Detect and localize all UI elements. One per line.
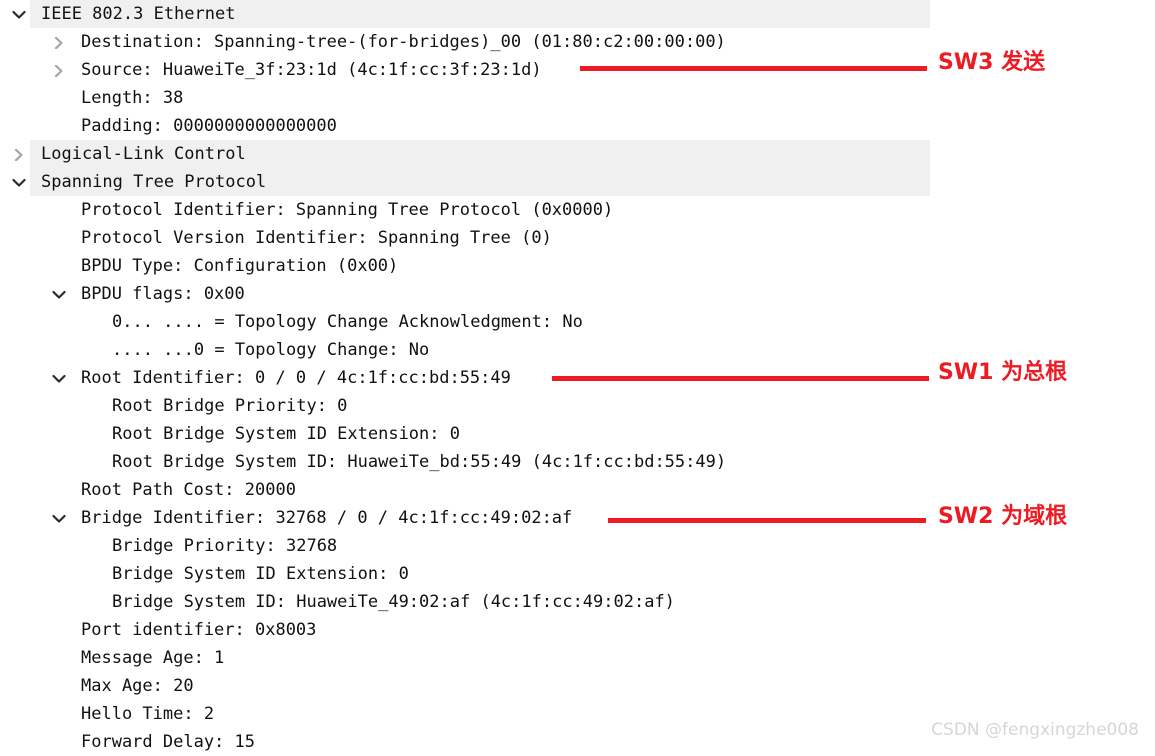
annotation-leader-line [580, 66, 927, 71]
packet-tree-row-label: Protocol Identifier: Spanning Tree Proto… [81, 200, 614, 220]
packet-tree-row-label: Root Bridge Priority: 0 [112, 396, 348, 416]
packet-tree-row-label: Hello Time: 2 [81, 704, 215, 724]
packet-tree-row-label: BPDU Type: Configuration (0x00) [81, 256, 399, 276]
annotation-label: SW1 为总根 [938, 360, 1068, 385]
packet-tree-row[interactable]: Spanning Tree Protocol [0, 168, 1155, 196]
packet-tree-row-label: Padding: 0000000000000000 [81, 116, 337, 136]
chevron-down-icon[interactable] [48, 364, 70, 392]
packet-tree-row[interactable]: Bridge System ID: HuaweiTe_49:02:af (4c:… [0, 588, 1155, 616]
packet-tree-row[interactable]: Length: 38 [0, 84, 1155, 112]
watermark: CSDN @fengxingzhe008 [931, 720, 1139, 740]
packet-tree-row[interactable]: Bridge System ID Extension: 0 [0, 560, 1155, 588]
packet-tree-row-label: .... ...0 = Topology Change: No [112, 340, 430, 360]
packet-tree-row[interactable]: Root Bridge System ID Extension: 0 [0, 420, 1155, 448]
packet-tree-row-label: Bridge System ID: HuaweiTe_49:02:af (4c:… [112, 592, 675, 612]
chevron-down-icon[interactable] [8, 0, 30, 28]
packet-tree-row-label: Root Path Cost: 20000 [81, 480, 296, 500]
packet-tree-row[interactable]: Port identifier: 0x8003 [0, 616, 1155, 644]
packet-tree-row-label: Root Bridge System ID Extension: 0 [112, 424, 460, 444]
annotation-leader-line [552, 376, 929, 381]
packet-tree-row-label: Root Bridge System ID: HuaweiTe_bd:55:49… [112, 452, 727, 472]
chevron-down-icon[interactable] [48, 504, 70, 532]
packet-tree-row[interactable]: Root Bridge Priority: 0 [0, 392, 1155, 420]
packet-tree-row[interactable]: Message Age: 1 [0, 644, 1155, 672]
packet-tree-row[interactable]: Root Path Cost: 20000 [0, 476, 1155, 504]
packet-tree-row-label: Source: HuaweiTe_3f:23:1d (4c:1f:cc:3f:2… [81, 60, 542, 80]
packet-tree-row-label: Max Age: 20 [81, 676, 194, 696]
packet-tree-row-label: Length: 38 [81, 88, 184, 108]
chevron-down-icon[interactable] [48, 280, 70, 308]
packet-tree-row[interactable]: Protocol Identifier: Spanning Tree Proto… [0, 196, 1155, 224]
packet-tree-row-label: Message Age: 1 [81, 648, 225, 668]
packet-tree-row[interactable]: Protocol Version Identifier: Spanning Tr… [0, 224, 1155, 252]
packet-tree-row[interactable]: 0... .... = Topology Change Acknowledgme… [0, 308, 1155, 336]
packet-tree-row[interactable]: Root Bridge System ID: HuaweiTe_bd:55:49… [0, 448, 1155, 476]
packet-tree-row-label: Port identifier: 0x8003 [81, 620, 317, 640]
packet-tree-row-label: 0... .... = Topology Change Acknowledgme… [112, 312, 583, 332]
chevron-down-icon[interactable] [8, 168, 30, 196]
packet-tree-row-label: Root Identifier: 0 / 0 / 4c:1f:cc:bd:55:… [81, 368, 511, 388]
packet-tree-row[interactable]: Max Age: 20 [0, 672, 1155, 700]
chevron-right-icon[interactable] [48, 28, 70, 56]
packet-tree-row[interactable]: BPDU Type: Configuration (0x00) [0, 252, 1155, 280]
packet-tree-row-label: Protocol Version Identifier: Spanning Tr… [81, 228, 552, 248]
packet-tree-row-label: Bridge System ID Extension: 0 [112, 564, 409, 584]
packet-tree-row[interactable]: Bridge Priority: 32768 [0, 532, 1155, 560]
packet-tree-row-label: Destination: Spanning-tree-(for-bridges)… [81, 32, 726, 52]
packet-tree-row[interactable]: Padding: 0000000000000000 [0, 112, 1155, 140]
packet-tree-row-label: Spanning Tree Protocol [41, 172, 267, 192]
annotation-leader-line [608, 518, 926, 523]
packet-tree-row-label: Bridge Priority: 32768 [112, 536, 338, 556]
chevron-right-icon[interactable] [8, 140, 30, 168]
packet-tree-row[interactable]: BPDU flags: 0x00 [0, 280, 1155, 308]
packet-tree-row-label: Bridge Identifier: 32768 / 0 / 4c:1f:cc:… [81, 508, 573, 528]
packet-tree-row[interactable]: Logical-Link Control [0, 140, 1155, 168]
packet-tree-row[interactable]: IEEE 802.3 Ethernet [0, 0, 1155, 28]
annotation-label: SW2 为域根 [938, 504, 1068, 529]
chevron-right-icon[interactable] [48, 56, 70, 84]
annotation-label: SW3 发送 [938, 50, 1046, 75]
packet-tree-row-label: BPDU flags: 0x00 [81, 284, 245, 304]
packet-tree-row-label: Forward Delay: 15 [81, 732, 255, 752]
packet-tree-row-label: IEEE 802.3 Ethernet [41, 4, 236, 24]
packet-tree-row-label: Logical-Link Control [41, 144, 246, 164]
